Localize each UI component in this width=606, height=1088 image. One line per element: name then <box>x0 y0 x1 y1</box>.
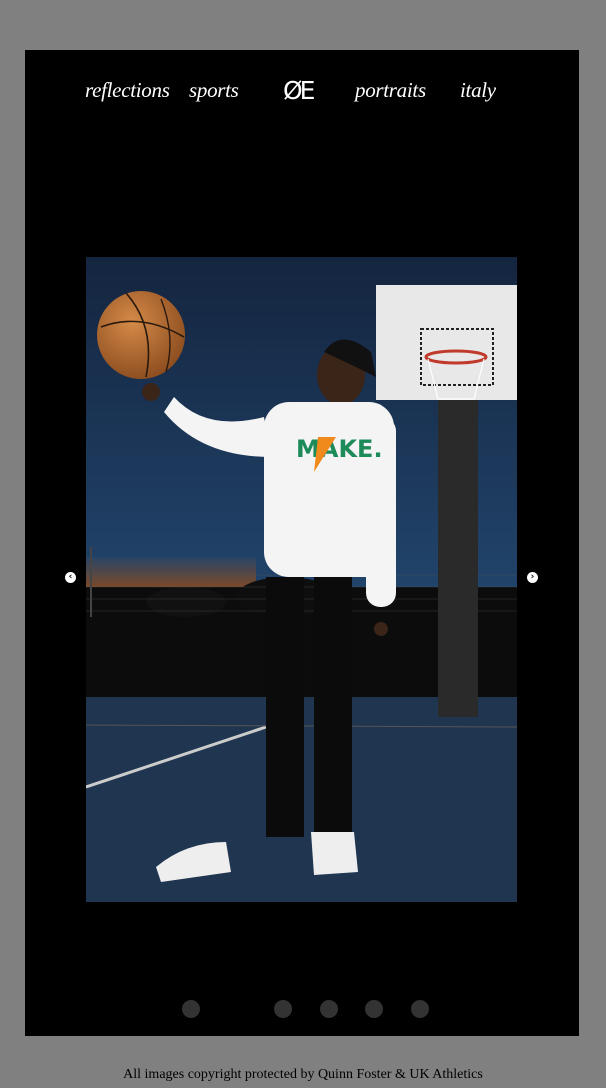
copyright-footer: All images copyright protected by Quinn … <box>123 1067 483 1082</box>
nav-item-reflections[interactable]: reflections <box>85 78 170 103</box>
nav-item-portraits[interactable]: portraits <box>355 78 426 103</box>
next-slide-button[interactable]: › <box>527 572 538 583</box>
slideshow-photo: MAKE. <box>86 257 517 902</box>
slide-dot-4[interactable] <box>365 1000 383 1018</box>
slide-pagination <box>25 1000 579 1018</box>
slide-dot-1[interactable] <box>182 1000 200 1018</box>
slide-dot-5[interactable] <box>411 1000 429 1018</box>
gallery-frame: reflections sports ØE portraits italy MA… <box>25 50 579 1036</box>
chevron-right-icon: › <box>530 572 535 582</box>
nav-item-sports[interactable]: sports <box>189 78 239 103</box>
hoodie-print: MAKE. <box>296 435 383 463</box>
slide-dot-2[interactable] <box>274 1000 292 1018</box>
slide-dot-3[interactable] <box>320 1000 338 1018</box>
chevron-left-icon: ‹ <box>68 572 73 582</box>
top-nav: reflections sports ØE portraits italy <box>25 50 579 140</box>
site-logo[interactable]: ØE <box>283 76 316 105</box>
nav-item-italy[interactable]: italy <box>460 78 496 103</box>
prev-slide-button[interactable]: ‹ <box>65 572 76 583</box>
basketball-portrait-image: MAKE. <box>86 257 517 902</box>
